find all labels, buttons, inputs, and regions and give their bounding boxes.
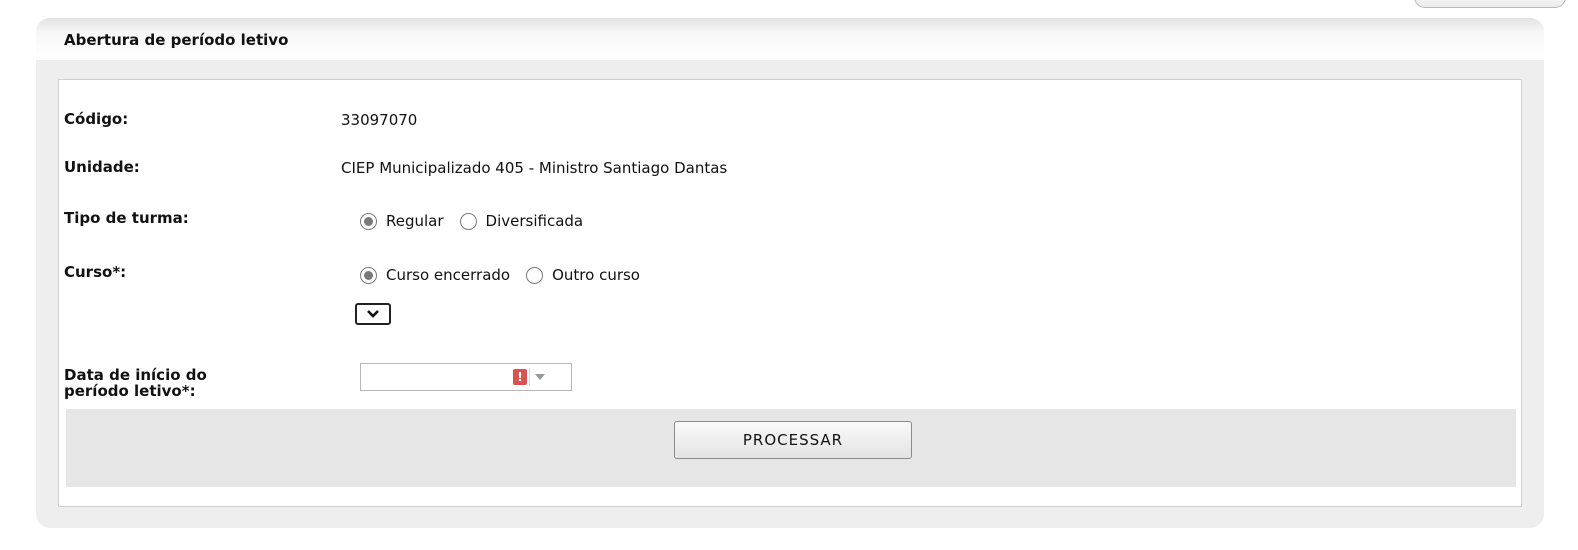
radio-selected-dot xyxy=(364,216,373,226)
codigo-value: 33097070 xyxy=(341,111,418,129)
data-inicio-input[interactable]: ! xyxy=(360,363,572,391)
radio-curso-encerrado-label[interactable]: Curso encerrado xyxy=(386,266,510,284)
panel-title: Abertura de período letivo xyxy=(64,31,289,49)
button-bar: PROCESSAR xyxy=(66,409,1516,487)
data-inicio-label-line2: período letivo*: xyxy=(64,382,196,400)
radio-regular[interactable] xyxy=(360,212,377,230)
unidade-label: Unidade: xyxy=(64,158,140,176)
process-button[interactable]: PROCESSAR xyxy=(674,421,912,459)
data-inicio-label-line1: Data de início do xyxy=(64,366,207,384)
data-inicio-label: Data de início do período letivo*: xyxy=(64,367,207,399)
radio-curso-encerrado[interactable] xyxy=(360,266,377,284)
tipo-turma-radio-group: Regular Diversificada xyxy=(360,212,599,230)
chevron-down-icon xyxy=(367,310,379,318)
tipo-turma-label: Tipo de turma: xyxy=(64,209,189,227)
error-icon: ! xyxy=(513,369,527,385)
form-box: Código: 33097070 Unidade: CIEP Municipal… xyxy=(58,79,1522,507)
curso-label: Curso*: xyxy=(64,263,127,281)
radio-outro-curso-label[interactable]: Outro curso xyxy=(552,266,640,284)
radio-outro-curso[interactable] xyxy=(526,266,544,284)
top-right-button[interactable] xyxy=(1414,0,1566,8)
radio-regular-label[interactable]: Regular xyxy=(386,212,444,230)
radio-diversificada-label[interactable]: Diversificada xyxy=(486,212,584,230)
period-open-panel: Abertura de período letivo Código: 33097… xyxy=(36,18,1544,528)
unidade-value: CIEP Municipalizado 405 - Ministro Santi… xyxy=(341,159,728,177)
radio-selected-dot xyxy=(364,270,373,280)
curso-radio-group: Curso encerrado Outro curso xyxy=(360,266,656,284)
panel-header: Abertura de período letivo xyxy=(36,18,1544,60)
codigo-label: Código: xyxy=(64,110,129,128)
radio-diversificada[interactable] xyxy=(459,212,477,230)
dropdown-arrow-icon xyxy=(535,374,545,380)
curso-select[interactable] xyxy=(355,303,391,325)
date-dropdown-button[interactable] xyxy=(529,368,550,386)
